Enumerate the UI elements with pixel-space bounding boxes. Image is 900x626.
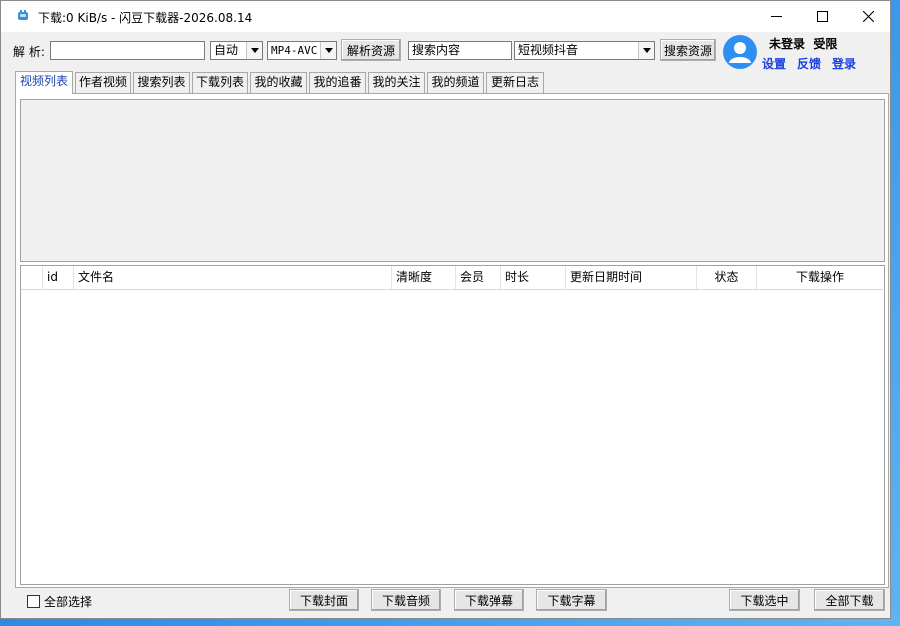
- chevron-down-icon: [638, 42, 654, 59]
- format-select[interactable]: MP4-AVC: [267, 41, 337, 60]
- column-header-filename[interactable]: 文件名: [74, 266, 392, 289]
- minimize-icon: [770, 16, 782, 17]
- column-header-duration[interactable]: 时长: [501, 266, 566, 289]
- search-button[interactable]: 搜索资源: [660, 39, 716, 61]
- close-icon: [862, 11, 874, 22]
- tab-following[interactable]: 我的关注: [368, 72, 425, 93]
- tab-search-list[interactable]: 搜索列表: [133, 72, 190, 93]
- column-header-actions[interactable]: 下载操作: [757, 266, 883, 289]
- chevron-down-icon: [246, 42, 262, 59]
- app-window: 下载:0 KiB/s - 闪豆下载器-2026.08.14 解 析: 自动 MP…: [0, 0, 891, 619]
- quality-select[interactable]: 自动: [210, 41, 263, 60]
- tab-download-list[interactable]: 下载列表: [192, 72, 248, 93]
- column-header-member[interactable]: 会员: [456, 266, 501, 289]
- tab-favorites[interactable]: 我的收藏: [250, 72, 307, 93]
- login-link[interactable]: 登录: [832, 55, 856, 72]
- feedback-link[interactable]: 反馈: [797, 55, 821, 72]
- maximize-icon: [816, 11, 828, 22]
- login-status-text: 未登录: [769, 37, 806, 51]
- maximize-button[interactable]: [799, 1, 845, 32]
- download-audio-button[interactable]: 下载音频: [371, 589, 441, 611]
- minimize-button[interactable]: [753, 1, 799, 32]
- select-all-checkbox[interactable]: [27, 595, 40, 608]
- tab-following-shows[interactable]: 我的追番: [309, 72, 366, 93]
- table-header: id 文件名 清晰度 会员 时长 更新日期时间 状态 下载操作: [21, 266, 883, 290]
- column-header-quality[interactable]: 清晰度: [392, 266, 456, 289]
- login-status: 未登录 受限: [769, 35, 837, 52]
- preview-area: [20, 99, 885, 262]
- tab-video-list[interactable]: 视频列表: [15, 71, 73, 94]
- tab-author-videos[interactable]: 作者视频: [75, 72, 131, 93]
- search-input[interactable]: 搜索内容: [408, 41, 512, 60]
- platform-select-value: 短视频抖音: [518, 43, 579, 57]
- avatar[interactable]: [723, 35, 757, 69]
- download-subtitle-button[interactable]: 下载字幕: [536, 589, 607, 611]
- select-all-label: 全部选择: [44, 595, 93, 609]
- download-danmaku-button[interactable]: 下载弹幕: [454, 589, 524, 611]
- format-select-value: MP4-AVC: [271, 44, 318, 57]
- download-all-button[interactable]: 全部下载: [814, 589, 885, 611]
- limit-status-text: 受限: [813, 37, 838, 51]
- window-title: 下载:0 KiB/s - 闪豆下载器-2026.08.14: [38, 11, 253, 25]
- chevron-down-icon: [320, 42, 336, 59]
- parse-button[interactable]: 解析资源: [341, 39, 401, 61]
- column-header-select[interactable]: [21, 266, 43, 289]
- column-header-id[interactable]: id: [43, 266, 74, 289]
- tab-channels[interactable]: 我的频道: [427, 72, 484, 93]
- tab-panel: id 文件名 清晰度 会员 时长 更新日期时间 状态 下载操作: [15, 93, 889, 588]
- settings-link[interactable]: 设置: [762, 55, 786, 72]
- close-button[interactable]: [845, 1, 891, 32]
- download-cover-button[interactable]: 下载封面: [289, 589, 359, 611]
- tab-changelog[interactable]: 更新日志: [486, 72, 544, 93]
- url-input[interactable]: [50, 41, 205, 60]
- app-icon: [18, 10, 28, 20]
- parse-label: 解 析:: [13, 45, 45, 59]
- platform-select[interactable]: 短视频抖音: [514, 41, 655, 60]
- title-bar: 下载:0 KiB/s - 闪豆下载器-2026.08.14: [1, 1, 890, 32]
- download-selected-button[interactable]: 下载选中: [729, 589, 800, 611]
- column-header-status[interactable]: 状态: [697, 266, 757, 289]
- quality-select-value: 自动: [214, 43, 239, 57]
- column-header-updated[interactable]: 更新日期时间: [566, 266, 697, 289]
- file-table: id 文件名 清晰度 会员 时长 更新日期时间 状态 下载操作: [20, 265, 885, 585]
- user-icon: [729, 42, 751, 63]
